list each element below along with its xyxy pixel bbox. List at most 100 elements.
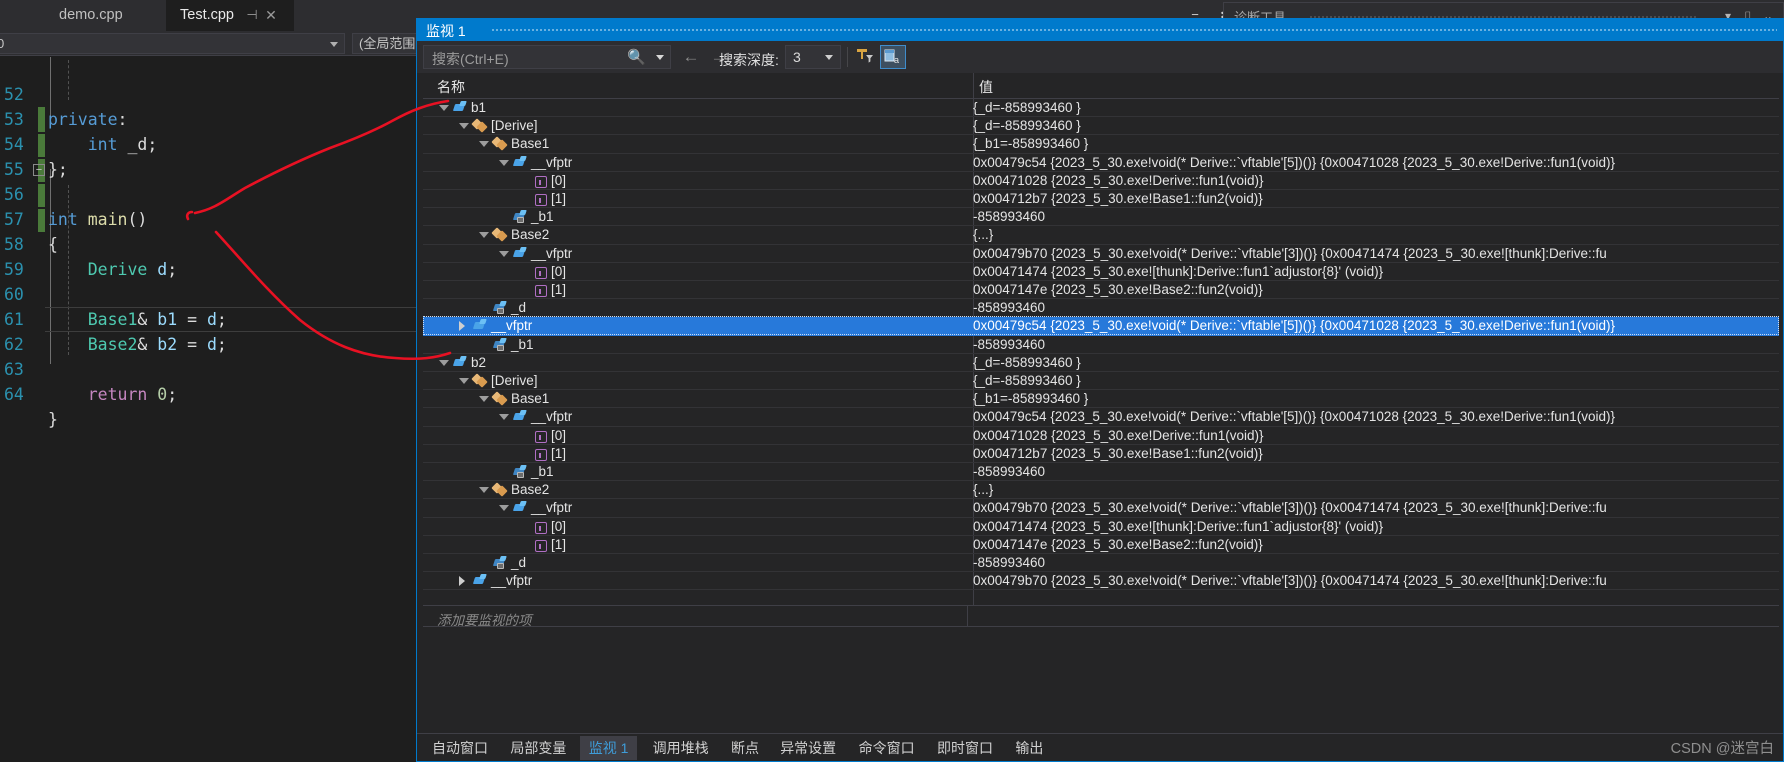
table-row[interactable]: [1] 0x004712b7 {2023_5_30.exe!Base1::fun2… xyxy=(423,445,1779,463)
watch-rows-container[interactable]: b1 {_d=-858993460 } [Derive] {_d=-858993460… xyxy=(423,99,1779,605)
table-row[interactable]: b2 {_d=-858993460 } xyxy=(423,354,1779,372)
table-row[interactable]: __vfptr 0x00479c54 {2023_5_30.exe!void(* … xyxy=(423,154,1779,172)
row-value[interactable]: 0x00471474 {2023_5_30.exe![thunk]:Derive… xyxy=(973,519,1779,534)
table-row[interactable]: [0] 0x00471474 {2023_5_30.exe![thunk]:Der… xyxy=(423,263,1779,281)
row-value[interactable]: {_d=-858993460 } xyxy=(973,100,1779,115)
search-input[interactable]: 搜索(Ctrl+E) 🔍 xyxy=(423,45,671,69)
class-icon xyxy=(493,137,507,151)
lock-icon xyxy=(497,563,504,569)
table-row[interactable]: [0] 0x00471028 {2023_5_30.exe!Derive::fun… xyxy=(423,172,1779,190)
row-value[interactable]: -858993460 xyxy=(973,555,1779,570)
row-value[interactable]: 0x00479b70 {2023_5_30.exe!void(* Derive:… xyxy=(973,500,1779,515)
chevron-down-icon[interactable] xyxy=(499,159,509,166)
row-value[interactable]: {_d=-858993460 } xyxy=(973,118,1779,133)
row-value[interactable]: 0x0047147e {2023_5_30.exe!Base2::fun2(vo… xyxy=(973,282,1779,297)
table-row[interactable]: Base2 {...} xyxy=(423,226,1779,245)
chevron-down-icon[interactable] xyxy=(499,250,509,257)
row-value[interactable]: -858993460 xyxy=(973,337,1779,352)
row-value[interactable]: {...} xyxy=(973,227,1779,242)
table-row[interactable]: [Derive] {_d=-858993460 } xyxy=(423,117,1779,136)
table-row[interactable]: __vfptr 0x00479c54 {2023_5_30.exe!void(* … xyxy=(423,316,1779,336)
row-value[interactable]: 0x00471474 {2023_5_30.exe![thunk]:Derive… xyxy=(973,264,1779,279)
row-value[interactable]: 0x00471028 {2023_5_30.exe!Derive::fun1(v… xyxy=(973,428,1779,443)
chevron-down-icon[interactable] xyxy=(479,141,489,148)
chevron-down-icon[interactable] xyxy=(459,378,469,384)
row-value[interactable]: 0x00479b70 {2023_5_30.exe!void(* Derive:… xyxy=(973,246,1779,261)
chevron-down-icon[interactable] xyxy=(479,396,489,403)
table-row[interactable]: Base1 {_b1=-858993460 } xyxy=(423,135,1779,154)
row-value[interactable]: {_d=-858993460 } xyxy=(973,355,1779,370)
table-row[interactable]: b1 {_d=-858993460 } xyxy=(423,99,1779,118)
scope-combo[interactable]: 0 xyxy=(0,33,345,54)
debug-tab[interactable]: 调用堆栈 xyxy=(644,736,718,760)
table-row[interactable]: __vfptr 0x00479b70 {2023_5_30.exe!void(* … xyxy=(423,245,1779,263)
debug-tab[interactable]: 自动窗口 xyxy=(423,736,497,760)
table-row[interactable]: _b1 -858993460 xyxy=(423,463,1779,482)
chevron-down-icon[interactable] xyxy=(499,414,509,421)
table-row[interactable]: _b1 -858993460 xyxy=(423,208,1779,227)
chevron-right-icon[interactable] xyxy=(459,321,465,332)
table-row[interactable]: [Derive] {_d=-858993460 } xyxy=(423,372,1779,391)
row-value[interactable]: 0x00479b70 {2023_5_30.exe!void(* Derive:… xyxy=(973,573,1779,588)
chevron-down-icon[interactable] xyxy=(439,105,449,111)
row-value[interactable]: 0x004712b7 {2023_5_30.exe!Base1::fun2(vo… xyxy=(973,446,1779,461)
hex-glyph: a xyxy=(884,49,899,65)
debug-window-tabs[interactable]: 自动窗口 局部变量 监视 1 调用堆栈 断点 异常设置 命令窗口 即时窗口 输出 xyxy=(417,733,1783,760)
close-icon[interactable]: ✕ xyxy=(263,7,279,23)
row-value[interactable]: 0x004712b7 {2023_5_30.exe!Base1::fun2(vo… xyxy=(973,191,1779,206)
chevron-down-icon[interactable] xyxy=(499,505,509,512)
table-row[interactable]: Base2 {...} xyxy=(423,481,1779,500)
row-value[interactable]: {_d=-858993460 } xyxy=(973,373,1779,388)
debug-tab[interactable]: 异常设置 xyxy=(771,736,845,760)
chevron-down-icon[interactable] xyxy=(459,123,469,130)
column-header-name[interactable]: 名称 xyxy=(437,77,465,97)
table-row[interactable]: [1] 0x0047147e {2023_5_30.exe!Base2::fun2… xyxy=(423,536,1779,554)
search-icon[interactable]: 🔍 xyxy=(627,49,646,66)
table-row[interactable]: _b1 -858993460 xyxy=(423,336,1779,354)
editor-tab-demo[interactable]: demo.cpp xyxy=(45,0,137,31)
row-value[interactable]: 0x0047147e {2023_5_30.exe!Base2::fun2(vo… xyxy=(973,537,1779,552)
chevron-down-icon[interactable] xyxy=(439,359,449,366)
table-row[interactable]: __vfptr 0x00479b70 {2023_5_30.exe!void(* … xyxy=(423,499,1779,518)
row-value[interactable]: {_b1=-858993460 } xyxy=(973,136,1779,151)
table-row[interactable]: [1] 0x004712b7 {2023_5_30.exe!Base1::fun2… xyxy=(423,190,1779,209)
watch-window: 监视 1 搜索(Ctrl+E) 🔍 ← → 搜索深度: 3 a 名称 值 b1 … xyxy=(416,18,1784,762)
row-value[interactable]: 0x00479c54 {2023_5_30.exe!void(* Derive:… xyxy=(973,318,1779,333)
debug-tab[interactable]: 监视 1 xyxy=(579,736,638,760)
column-header-value[interactable]: 值 xyxy=(979,77,993,97)
pin-filter-icon[interactable] xyxy=(852,45,878,69)
search-prev-button[interactable]: ← xyxy=(679,48,703,66)
debug-tab[interactable]: 输出 xyxy=(1006,736,1052,760)
code-surface[interactable]: − 52 private: 53 int _d; 54 }; 55 56 int… xyxy=(0,57,430,762)
table-row[interactable]: Base1 {_b1=-858993460 } xyxy=(423,390,1779,409)
chevron-down-icon[interactable] xyxy=(479,232,489,239)
watch-window-title-bar[interactable]: 监视 1 xyxy=(417,19,1783,41)
row-name: [1] xyxy=(551,191,567,206)
chevron-right-icon[interactable] xyxy=(459,576,465,587)
table-row[interactable]: [0] 0x00471474 {2023_5_30.exe![thunk]:Der… xyxy=(423,518,1779,536)
row-value[interactable]: -858993460 xyxy=(973,209,1779,224)
row-value[interactable]: 0x00479c54 {2023_5_30.exe!void(* Derive:… xyxy=(973,155,1779,170)
row-value[interactable]: -858993460 xyxy=(973,300,1779,315)
table-row[interactable]: [0] 0x00471028 {2023_5_30.exe!Derive::fun… xyxy=(423,427,1779,445)
row-value[interactable]: 0x00471028 {2023_5_30.exe!Derive::fun1(v… xyxy=(973,173,1779,188)
debug-tab[interactable]: 断点 xyxy=(722,736,768,760)
row-value[interactable]: 0x00479c54 {2023_5_30.exe!void(* Derive:… xyxy=(973,409,1779,424)
debug-tab[interactable]: 局部变量 xyxy=(501,736,575,760)
table-row[interactable]: __vfptr 0x00479b70 {2023_5_30.exe!void(* … xyxy=(423,572,1779,591)
row-value[interactable]: -858993460 xyxy=(973,464,1779,479)
hexadecimal-display-icon[interactable]: a xyxy=(880,45,906,69)
table-row[interactable]: _d -858993460 xyxy=(423,299,1779,318)
row-value[interactable]: {...} xyxy=(973,482,1779,497)
add-watch-row[interactable]: 添加要监视的项 xyxy=(423,605,1779,628)
debug-tab[interactable]: 命令窗口 xyxy=(850,736,924,760)
pin-icon[interactable]: ⊣ xyxy=(245,8,259,22)
row-value[interactable]: {_b1=-858993460 } xyxy=(973,391,1779,406)
search-depth-combo[interactable]: 3 xyxy=(785,45,841,69)
table-row[interactable]: [1] 0x0047147e {2023_5_30.exe!Base2::fun2… xyxy=(423,281,1779,300)
chevron-down-icon[interactable] xyxy=(479,487,489,494)
debug-tab[interactable]: 即时窗口 xyxy=(928,736,1002,760)
table-row[interactable]: _d -858993460 xyxy=(423,554,1779,573)
table-row[interactable]: __vfptr 0x00479c54 {2023_5_30.exe!void(* … xyxy=(423,408,1779,427)
chevron-down-icon[interactable] xyxy=(656,55,664,60)
